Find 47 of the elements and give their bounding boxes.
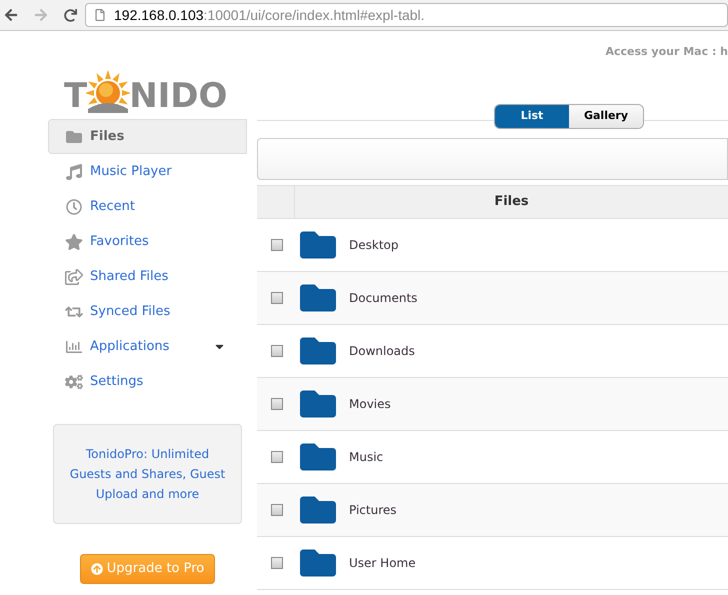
row-checkbox[interactable] <box>271 239 283 251</box>
sidebar-item[interactable]: Settings <box>48 364 247 399</box>
row-checkbox[interactable] <box>271 451 283 463</box>
file-name[interactable]: Movies <box>349 395 391 413</box>
sync-arrows-icon <box>65 304 83 320</box>
file-name[interactable]: Documents <box>349 289 418 307</box>
row-checkbox[interactable] <box>271 398 283 410</box>
url-text: 192.168.0.103:10001/ui/core/index.html#expl-tabl. <box>114 6 425 25</box>
bar-chart-icon <box>65 338 83 354</box>
share-icon <box>65 268 83 284</box>
view-tab[interactable]: Gallery <box>569 105 643 128</box>
row-checkbox[interactable] <box>271 292 283 304</box>
file-name[interactable]: Desktop <box>349 236 398 254</box>
sidebar-item[interactable]: Files <box>48 119 247 154</box>
folder-icon <box>65 128 83 144</box>
sidebar-item[interactable]: Synced Files <box>48 294 247 329</box>
gears-icon <box>65 374 83 390</box>
sidebar-item[interactable]: Applications <box>48 329 247 364</box>
row-checkbox[interactable] <box>271 345 283 357</box>
file-name[interactable]: User Home <box>349 554 416 572</box>
logo-text: NIDO <box>129 79 228 113</box>
address-bar[interactable]: 192.168.0.103:10001/ui/core/index.html#expl-tabl. <box>85 3 728 27</box>
clock-icon <box>65 198 83 214</box>
music-note-icon <box>65 164 83 180</box>
file-row[interactable]: Documents <box>257 272 728 325</box>
page-icon <box>94 9 106 21</box>
back-icon[interactable] <box>4 8 18 22</box>
row-checkbox[interactable] <box>271 557 283 569</box>
sidebar-item[interactable]: Music Player <box>48 154 247 189</box>
sidebar-item[interactable]: Recent <box>48 189 247 224</box>
row-checkbox[interactable] <box>271 504 283 516</box>
reload-icon[interactable] <box>64 8 77 22</box>
file-name[interactable]: Pictures <box>349 501 397 519</box>
sun-logo-icon <box>86 69 130 113</box>
file-row[interactable]: Pictures <box>257 484 728 537</box>
promo-link[interactable]: TonidoPro: Unlimited Guests and Shares, Guest Upload and more <box>66 444 229 504</box>
file-name[interactable]: Music <box>349 448 384 466</box>
file-name[interactable]: Downloads <box>349 342 415 360</box>
sidebar-item[interactable]: Shared Files <box>48 259 247 294</box>
file-row[interactable]: Movies <box>257 378 728 431</box>
forward-icon[interactable] <box>34 8 48 22</box>
view-tab[interactable]: List <box>495 105 569 128</box>
star-icon <box>65 234 83 250</box>
logo-letter: T <box>64 79 88 113</box>
column-header[interactable]: Files <box>295 192 728 212</box>
access-text: Access your Mac : h <box>605 44 728 60</box>
sidebar-item[interactable]: Favorites <box>48 224 247 259</box>
